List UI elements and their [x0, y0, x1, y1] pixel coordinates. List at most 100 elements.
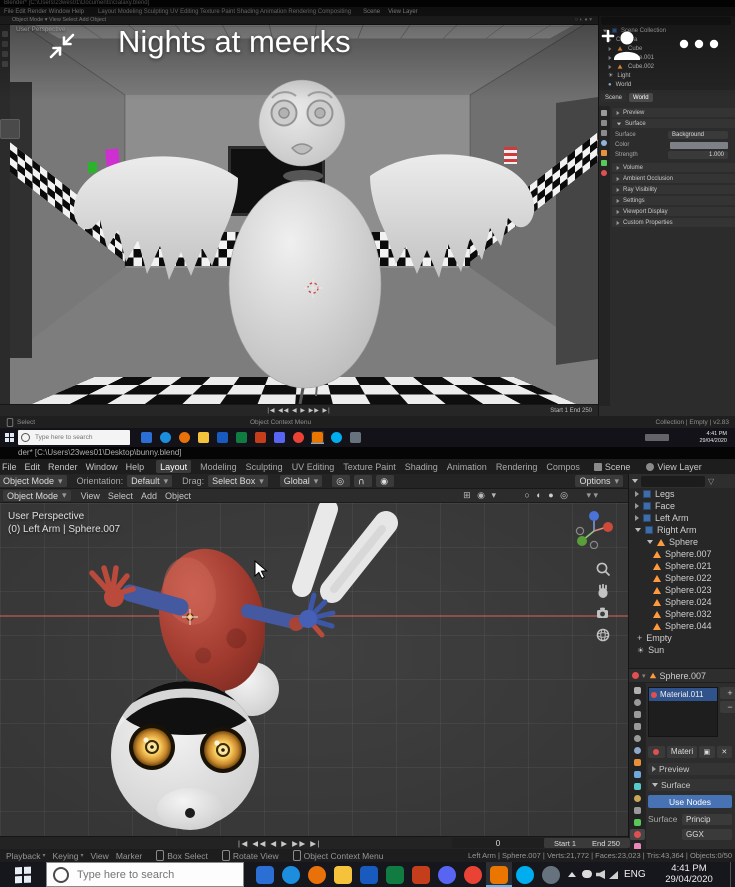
orientation-dropdown[interactable]: Default ▾ [127, 475, 173, 487]
snap-proportional-icons[interactable]: ⊞ ◉ ▾ [463, 490, 498, 501]
taskbar-app-icon[interactable] [140, 431, 153, 444]
outliner-row[interactable]: ☀ Light [599, 71, 735, 80]
tray-icons-small[interactable] [645, 434, 669, 441]
outliner-row-collection[interactable]: Legs [629, 488, 735, 500]
view-layer-selector[interactable]: View Layer [646, 462, 702, 472]
viewport-3d-bottom[interactable]: User Perspective (0) Left Arm | Sphere.0… [0, 503, 628, 836]
workspace-tab[interactable]: Modeling [200, 462, 237, 472]
exit-fullscreen-icon[interactable] [46, 30, 78, 62]
viewport-header-icons[interactable]: ○ ◐ ● ▾ [575, 17, 592, 23]
object-tab-icon[interactable] [601, 150, 607, 156]
filter-funnel-icon[interactable]: ▽ [708, 477, 714, 486]
breadcrumb-object[interactable]: Sphere.007 [660, 671, 707, 681]
outliner-row[interactable]: ● World [599, 80, 735, 89]
editor-type-icon[interactable] [632, 479, 638, 483]
taskbar-search-input[interactable] [75, 867, 229, 882]
outliner-search[interactable] [601, 17, 731, 25]
shading-mode-icons[interactable]: ○ ◐ ● ◎ [524, 490, 570, 501]
viewport-menu-view[interactable]: View [81, 491, 100, 501]
tool-select-icon[interactable] [2, 31, 8, 37]
camera-view-icon[interactable] [595, 605, 611, 621]
taskbar-app-icon[interactable] [178, 431, 191, 444]
menubar[interactable]: File Edit Render Window Help [4, 9, 84, 15]
zoom-icon[interactable] [595, 561, 611, 577]
material-name-field[interactable]: Materi [666, 745, 698, 758]
taskbar-app-edge[interactable] [278, 862, 304, 887]
render-tab-icon[interactable] [630, 697, 645, 708]
taskbar-app-icon[interactable] [292, 431, 305, 444]
start-frame-field[interactable]: Start 1 [544, 838, 586, 848]
unlink-icon[interactable]: ✕ [716, 745, 732, 758]
constraints-tab-icon[interactable] [630, 805, 645, 816]
workspace-tab[interactable]: UV Editing [292, 462, 335, 472]
view-layer-selector[interactable]: View Layer [388, 9, 418, 15]
taskbar-app-powerpoint[interactable] [408, 862, 434, 887]
tool-cursor-icon[interactable] [2, 41, 8, 47]
taskbar-app-file-explorer[interactable] [330, 862, 356, 887]
use-nodes-button[interactable]: Use Nodes [648, 795, 732, 808]
workspace-tab[interactable]: Compos [546, 462, 580, 472]
navigation-gizmo[interactable] [574, 509, 614, 549]
surface-shader-dropdown[interactable]: Princip [682, 813, 732, 825]
start-button-small[interactable] [2, 431, 16, 444]
timeline-bottom[interactable]: |◀ ◀◀ ◀ ▶ ▶▶ ▶| 0 Start 1 End 250 [0, 836, 630, 849]
section-surface[interactable]: Surface [648, 779, 735, 791]
drag-dropdown[interactable]: Select Box ▾ [208, 475, 268, 487]
workspace-tabs[interactable]: Layout Modeling Sculpting UV Editing Tex… [98, 9, 351, 15]
viewport-menu-select[interactable]: Select [108, 491, 133, 501]
section-preview[interactable]: Preview [612, 108, 735, 117]
material-slot-active[interactable]: Material.011 [649, 688, 717, 701]
pivot-icon[interactable]: ◎ [332, 475, 351, 487]
color-swatch[interactable] [670, 141, 728, 149]
material-slot-list[interactable]: Material.011 [648, 687, 718, 737]
taskbar-app-icon-active[interactable] [311, 431, 324, 444]
taskbar-app-icon[interactable] [254, 431, 267, 444]
tool-move-icon[interactable] [2, 51, 8, 57]
tray-volume-icon[interactable] [596, 870, 605, 879]
status-menu-marker[interactable]: Marker [116, 851, 142, 861]
taskbar-app-icon[interactable] [159, 431, 172, 444]
section-ambient-occlusion[interactable]: Ambient Occlusion [612, 174, 735, 183]
output-tab-icon[interactable] [601, 120, 607, 126]
start-button[interactable] [0, 862, 46, 887]
outliner-row-light[interactable]: ☀ Sun [629, 644, 735, 656]
menu-edit[interactable]: Edit [25, 462, 41, 472]
taskbar-app-skype[interactable] [512, 862, 538, 887]
taskbar-app-icon[interactable] [273, 431, 286, 444]
taskbar-app-icon[interactable] [235, 431, 248, 444]
menu-window[interactable]: Window [86, 462, 118, 472]
taskbar-app-discord[interactable] [434, 862, 460, 887]
data-tab-icon[interactable] [601, 160, 607, 166]
taskbar-app-word[interactable] [356, 862, 382, 887]
snap-magnet-icon[interactable]: ∪ [354, 475, 373, 487]
taskbar-app-icon[interactable] [330, 431, 343, 444]
world-tab-icon[interactable] [601, 140, 607, 146]
transport-controls[interactable]: |◀ ◀◀ ◀ ▶ ▶▶ ▶| [238, 839, 321, 848]
outliner-row-mesh[interactable]: Sphere.044 [629, 620, 735, 632]
transport-controls[interactable]: |◀ ◀◀ ◀ ▶ ▶▶ ▶| [267, 407, 330, 414]
status-menu-playback[interactable]: Playback [6, 851, 41, 861]
viewport-3d-top[interactable]: User Perspective [10, 16, 598, 404]
workspace-tab[interactable]: Shading [405, 462, 438, 472]
overlays-dropdown-icon[interactable]: ▾ ▾ [586, 490, 598, 501]
status-menu-keying[interactable]: Keying [53, 851, 79, 861]
world-tab-icon[interactable] [630, 745, 645, 756]
outliner-row-mesh[interactable]: Sphere.024 [629, 596, 735, 608]
scene-tab-icon[interactable] [630, 733, 645, 744]
tool-strip[interactable] [0, 25, 20, 404]
outliner-row-mesh[interactable]: Sphere.022 [629, 572, 735, 584]
more-options-icon[interactable] [679, 39, 719, 49]
viewport-menu-object[interactable]: Object [165, 491, 191, 501]
distribution-dropdown[interactable]: GGX [682, 828, 732, 840]
taskbar-app-steam[interactable] [538, 862, 564, 887]
material-tab-icon[interactable] [601, 170, 607, 176]
props-tab-world[interactable]: World [629, 93, 653, 102]
taskbar-app-icon[interactable] [197, 431, 210, 444]
outliner-row-empty[interactable]: + Empty [629, 632, 735, 644]
proportional-edit-icon[interactable]: ◉ [376, 475, 395, 487]
workspace-tab[interactable]: Rendering [496, 462, 538, 472]
tray-chevron-icon[interactable] [568, 872, 576, 877]
workspace-tab[interactable]: Texture Paint [343, 462, 396, 472]
taskbar-app-excel[interactable] [382, 862, 408, 887]
options-dropdown[interactable]: Options ▾ [575, 475, 623, 487]
